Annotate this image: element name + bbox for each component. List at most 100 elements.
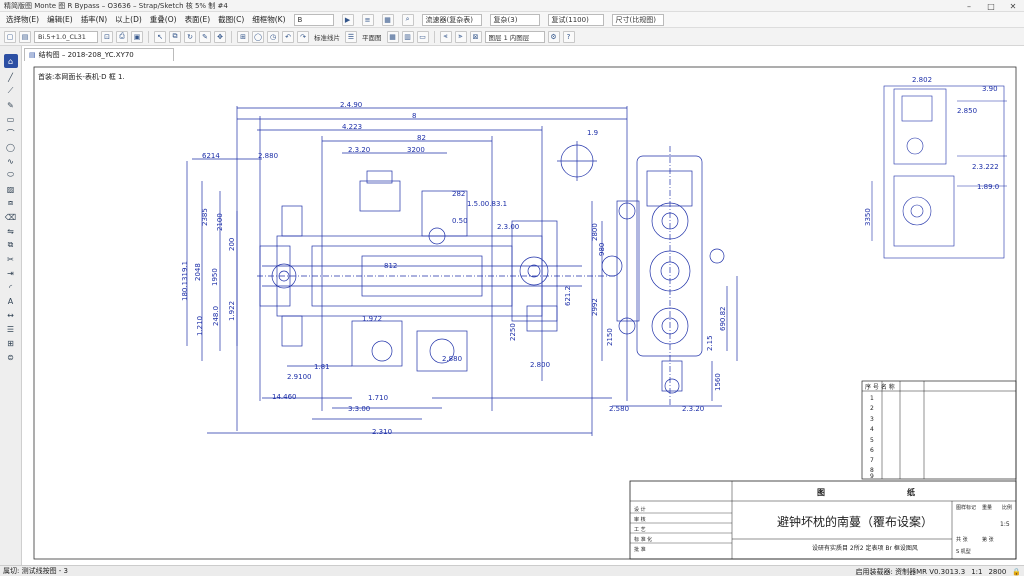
table-icon[interactable]: ▦ <box>386 30 399 43</box>
matrix-icon[interactable]: ⊠ <box>469 30 482 43</box>
circle-tool-icon[interactable]: ◯ <box>4 142 18 152</box>
brush-icon[interactable]: ✎ <box>199 30 211 43</box>
pen-tool-icon[interactable]: ✎ <box>4 100 18 110</box>
document-tab[interactable]: ▤ 结构图 – 2018-208_YC.XY70 <box>24 48 174 61</box>
dim-select[interactable]: 复杂(3) <box>489 13 540 26</box>
status-coords: 2800 <box>988 567 1007 576</box>
attr-select[interactable]: 尺寸(比规图) <box>611 13 664 26</box>
measure-icon[interactable]: ⊞ <box>237 30 249 43</box>
align-right-icon[interactable]: ⫸ <box>454 30 467 43</box>
menu-overlap[interactable]: 重叠(O) <box>150 14 177 25</box>
dim-text: 4.223 <box>342 123 362 131</box>
upper-motor <box>359 180 401 212</box>
minimize-button[interactable]: – <box>958 0 980 12</box>
drawing-canvas[interactable]: 首装:本网面长-表机·D 框 1. 2.4.90 8 4.223 82 2.3.… <box>22 61 1024 565</box>
dim-text: 1.210 <box>196 316 204 336</box>
bom-row: 6 <box>870 447 874 454</box>
help-icon[interactable]: ? <box>562 30 575 43</box>
hatch-tool-icon[interactable]: ▨ <box>4 184 18 194</box>
bom-row: 7 <box>870 457 874 464</box>
align-left-icon[interactable]: ⫷ <box>439 30 452 43</box>
lower-motor <box>351 320 403 367</box>
list-icon[interactable]: ≡ <box>361 13 374 26</box>
ellipse-tool-icon[interactable]: ⬭ <box>4 170 18 180</box>
lock-icon[interactable]: ⊡ <box>101 30 113 43</box>
menu-above[interactable]: 以上(D) <box>115 14 142 25</box>
spline-tool-icon[interactable]: ∿ <box>4 156 18 166</box>
block-tool-icon[interactable]: ⧈ <box>4 198 18 208</box>
close-button[interactable]: ✕ <box>1002 0 1024 12</box>
maximize-button[interactable]: □ <box>980 0 1002 12</box>
print-icon[interactable]: ⎙ <box>116 30 128 43</box>
clock-icon[interactable]: ◷ <box>267 30 279 43</box>
dim-text: 1560 <box>714 373 722 391</box>
bom-table: 序 号 名 称 1 2 3 4 5 6 7 8 9 <box>861 380 1017 480</box>
menu-edit[interactable]: 编辑(E) <box>47 14 73 25</box>
new-file-icon[interactable]: ▢ <box>4 30 16 43</box>
frame-icon[interactable]: ▭ <box>416 30 429 43</box>
line-tool-icon[interactable]: ╱ <box>4 72 18 82</box>
settings-icon[interactable]: ⚙ <box>547 30 560 43</box>
zoom-icon[interactable]: ⌕ <box>401 13 414 26</box>
rectangle-tool-icon[interactable]: ▭ <box>4 114 18 124</box>
circle-icon[interactable]: ◯ <box>252 30 264 43</box>
dim-text: 2992 <box>591 298 599 316</box>
dim-text: 1950 <box>211 268 219 286</box>
pointer-icon[interactable]: ↖ <box>154 30 166 43</box>
font-select[interactable]: B <box>293 13 334 26</box>
standard-line-label[interactable]: 标准线片 <box>312 32 342 42</box>
zoom-layer-select[interactable]: 图层 1 内图层 <box>484 30 545 43</box>
status-zoom[interactable]: 1:1 <box>971 568 982 576</box>
dim-text: 6214 <box>202 152 220 160</box>
menu-screenshot[interactable]: 截图(C) <box>218 14 244 25</box>
arc-tool-icon[interactable]: ⌒ <box>4 128 18 138</box>
rotate-icon[interactable]: ↻ <box>184 30 196 43</box>
gear-circle <box>371 340 393 362</box>
lock-icon[interactable]: 🔒 <box>1012 568 1021 576</box>
style-select[interactable]: 流速器(复杂表) <box>421 13 482 26</box>
bom-row: 5 <box>870 437 874 444</box>
properties-tool-icon[interactable]: ⊞ <box>4 338 18 348</box>
fillet-tool-icon[interactable]: ◜ <box>4 282 18 292</box>
bom-row: 9 <box>870 473 874 480</box>
text-tool-icon[interactable]: A <box>4 296 18 306</box>
dim-text: 248.0 <box>212 306 220 326</box>
title-right-label: 重量 <box>982 504 992 511</box>
menu-select[interactable]: 选择物(E) <box>6 14 39 25</box>
match-tool-icon[interactable]: ⊜ <box>4 352 18 362</box>
layer-select[interactable]: Bi.5+1.0_CL31 <box>34 30 98 43</box>
snap-icon[interactable]: ✥ <box>214 30 226 43</box>
chart-icon[interactable]: ▥ <box>401 30 414 43</box>
left-lug <box>281 205 303 237</box>
plan-view-label[interactable]: 平面图 <box>360 32 384 42</box>
polyline-tool-icon[interactable]: ⟋ <box>4 86 18 96</box>
layers-icon[interactable]: ☰ <box>345 30 357 43</box>
dim-text: 3.3.00 <box>348 405 370 413</box>
redo-icon[interactable]: ↷ <box>297 30 309 43</box>
title-right-label: 共 张 <box>956 536 968 543</box>
scale-select[interactable]: 复试(1100) <box>547 13 604 26</box>
dim-text: 3200 <box>407 146 425 154</box>
home-icon[interactable]: ⌂ <box>3 54 18 68</box>
save-icon[interactable]: ▣ <box>131 30 143 43</box>
trim-tool-icon[interactable]: ✂ <box>4 254 18 264</box>
offset-tool-icon[interactable]: ⧉ <box>4 240 18 250</box>
title-col-b: 纸 <box>907 487 915 497</box>
menu-surface[interactable]: 表面(E) <box>185 14 211 25</box>
extend-tool-icon[interactable]: ⇥ <box>4 268 18 278</box>
title-right-label: 图样标记 <box>956 504 976 511</box>
dimension-tool-icon[interactable]: ↔ <box>4 310 18 320</box>
menu-thin-frame[interactable]: 细框物(K) <box>252 14 285 25</box>
dim-text: 2800 <box>591 223 599 241</box>
mirror-tool-icon[interactable]: ⇋ <box>4 226 18 236</box>
title-left-label: 设 计 <box>634 506 646 513</box>
eraser-tool-icon[interactable]: ⌫ <box>4 212 18 222</box>
open-file-icon[interactable]: ▤ <box>19 30 31 43</box>
left-lug <box>281 315 303 347</box>
layer-tool-icon[interactable]: ☰ <box>4 324 18 334</box>
copy-icon[interactable]: ⧉ <box>169 30 181 43</box>
grid-icon[interactable]: ▦ <box>381 13 394 26</box>
menu-insert[interactable]: 插率(N) <box>81 14 107 25</box>
undo-icon[interactable]: ↶ <box>282 30 294 43</box>
play-icon[interactable]: ▶ <box>341 13 354 26</box>
